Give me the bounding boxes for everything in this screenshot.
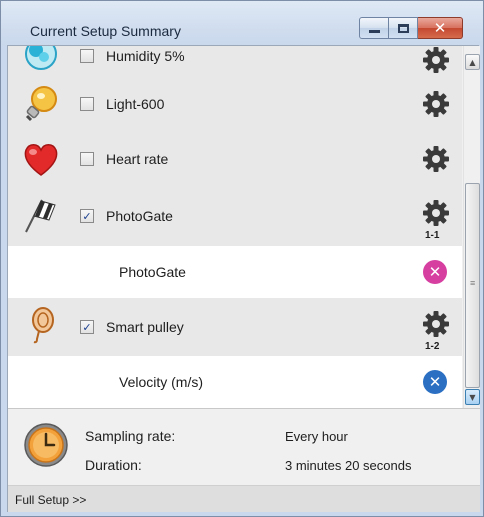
scroll-up-button[interactable]: ▲ — [465, 54, 480, 70]
arrow-up-icon: ▲ — [469, 57, 476, 67]
vertical-scrollbar[interactable]: ▲ ≡ ▼ — [463, 46, 480, 408]
remove-measurement-button[interactable]: ✕ — [423, 370, 447, 394]
humidity-icon — [25, 46, 57, 70]
grip-icon: ≡ — [470, 278, 476, 288]
close-icon: ✕ — [433, 18, 447, 37]
close-button[interactable]: ✕ — [418, 17, 463, 39]
photogate-flag-icon — [25, 199, 56, 233]
close-icon: ✕ — [428, 372, 442, 391]
sensor-label-light: Light-600 — [106, 96, 165, 112]
setup-summary-window: Current Setup Summary ✕ Humidity 5% Ligh… — [0, 0, 484, 517]
scrollbar-thumb[interactable]: ≡ — [465, 183, 480, 388]
sampling-rate-label: Sampling rate: — [85, 428, 176, 444]
minimize-icon — [368, 29, 380, 33]
port-badge: 1-2 — [425, 341, 440, 352]
light-bulb-icon — [25, 86, 57, 122]
window-title: Current Setup Summary — [30, 23, 181, 39]
full-setup-link[interactable]: Full Setup >> — [15, 493, 86, 507]
sensor-row-smart-pulley: ✓ Smart pulley 1-2 — [8, 298, 462, 356]
photogate-checkbox[interactable]: ✓ — [80, 209, 94, 223]
checkmark-icon: ✓ — [82, 209, 92, 223]
sensor-label-heart-rate: Heart rate — [106, 151, 169, 167]
clock-icon — [24, 423, 68, 467]
duration-value: 3 minutes 20 seconds — [285, 458, 412, 473]
light-checkbox[interactable] — [80, 97, 94, 111]
duration-label: Duration: — [85, 457, 142, 473]
light-settings-gear-icon[interactable] — [422, 90, 450, 118]
measurement-row-photogate: PhotoGate ✕ — [8, 246, 462, 298]
sensor-label-smart-pulley: Smart pulley — [106, 319, 184, 335]
heart-rate-settings-gear-icon[interactable] — [422, 145, 450, 173]
sensor-row-photogate: ✓ PhotoGate 1-1 — [8, 186, 462, 246]
sensor-row-humidity: Humidity 5% — [8, 46, 462, 76]
humidity-checkbox[interactable] — [80, 49, 94, 63]
sensor-row-light: Light-600 — [8, 76, 462, 132]
arrow-down-icon: ▼ — [469, 392, 476, 402]
maximize-button[interactable] — [389, 17, 418, 39]
scroll-down-button[interactable]: ▼ — [465, 389, 480, 405]
sensor-label-humidity: Humidity 5% — [106, 48, 185, 64]
heart-rate-checkbox[interactable] — [80, 152, 94, 166]
checkmark-icon: ✓ — [82, 320, 92, 334]
maximize-icon — [397, 23, 409, 33]
minimize-button[interactable] — [359, 17, 389, 39]
measurement-row-velocity: Velocity (m/s) ✕ — [8, 356, 462, 408]
title-bar[interactable]: Current Setup Summary ✕ — [1, 1, 483, 45]
measurement-label: Velocity (m/s) — [119, 374, 204, 390]
timing-summary: Sampling rate: Every hour Duration: 3 mi… — [8, 409, 480, 485]
sampling-rate-value: Every hour — [285, 429, 348, 444]
measurement-label: PhotoGate — [119, 264, 186, 280]
window-client-area: Humidity 5% Light-600 Heart rate ✓ Photo… — [7, 45, 480, 512]
smart-pulley-checkbox[interactable]: ✓ — [80, 320, 94, 334]
heart-icon — [24, 144, 58, 176]
footer-bar: Full Setup >> — [8, 485, 480, 512]
photogate-settings-gear-icon[interactable] — [422, 199, 450, 227]
smart-pulley-settings-gear-icon[interactable] — [422, 310, 450, 338]
sensor-label-photogate: PhotoGate — [106, 208, 173, 224]
sensor-row-heart-rate: Heart rate — [8, 132, 462, 186]
sensor-list: Humidity 5% Light-600 Heart rate ✓ Photo… — [8, 46, 462, 408]
humidity-settings-gear-icon[interactable] — [422, 46, 450, 74]
close-icon: ✕ — [428, 262, 442, 281]
remove-measurement-button[interactable]: ✕ — [423, 260, 447, 284]
smart-pulley-icon — [32, 307, 54, 344]
port-badge: 1-1 — [425, 230, 440, 241]
